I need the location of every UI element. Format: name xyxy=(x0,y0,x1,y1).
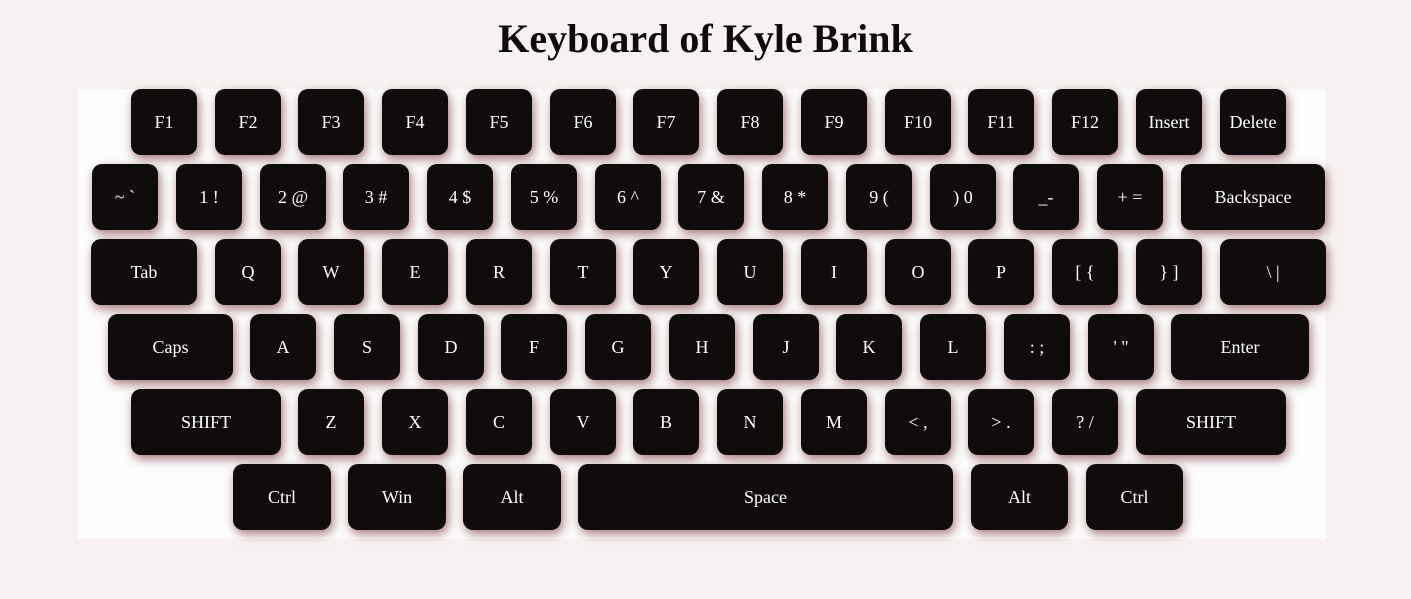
key-caps[interactable]: Caps xyxy=(108,314,233,380)
key-9[interactable]: 9 ( xyxy=(846,164,912,230)
key-1[interactable]: 1 ! xyxy=(176,164,242,230)
key-win[interactable]: Win xyxy=(348,464,446,530)
key-k[interactable]: K xyxy=(836,314,902,380)
key-quote[interactable]: ' " xyxy=(1088,314,1154,380)
key-f3[interactable]: F3 xyxy=(298,89,364,155)
key-f7[interactable]: F7 xyxy=(633,89,699,155)
key-n[interactable]: N xyxy=(717,389,783,455)
key-z[interactable]: Z xyxy=(298,389,364,455)
key-g[interactable]: G xyxy=(585,314,651,380)
page-title: Keyboard of Kyle Brink xyxy=(498,16,913,61)
key-f5[interactable]: F5 xyxy=(466,89,532,155)
key-delete[interactable]: Delete xyxy=(1220,89,1286,155)
key-tilde[interactable]: ~ ` xyxy=(92,164,158,230)
key-e[interactable]: E xyxy=(382,239,448,305)
key-open-bracket[interactable]: [ { xyxy=(1052,239,1118,305)
key-f4[interactable]: F4 xyxy=(382,89,448,155)
key-semicolon[interactable]: : ; xyxy=(1004,314,1070,380)
key-f11[interactable]: F11 xyxy=(968,89,1034,155)
key-enter[interactable]: Enter xyxy=(1171,314,1309,380)
key-h[interactable]: H xyxy=(669,314,735,380)
key-a[interactable]: A xyxy=(250,314,316,380)
key-f9[interactable]: F9 xyxy=(801,89,867,155)
key-f12[interactable]: F12 xyxy=(1052,89,1118,155)
key-shift-left[interactable]: SHIFT xyxy=(131,389,281,455)
key-f1[interactable]: F1 xyxy=(131,89,197,155)
key-0[interactable]: ) 0 xyxy=(930,164,996,230)
key-o[interactable]: O xyxy=(885,239,951,305)
key-w[interactable]: W xyxy=(298,239,364,305)
key-f10[interactable]: F10 xyxy=(885,89,951,155)
key-ctrl-left[interactable]: Ctrl xyxy=(233,464,331,530)
key-b[interactable]: B xyxy=(633,389,699,455)
key-d[interactable]: D xyxy=(418,314,484,380)
key-alt-left[interactable]: Alt xyxy=(463,464,561,530)
key-close-bracket[interactable]: } ] xyxy=(1136,239,1202,305)
key-i[interactable]: I xyxy=(801,239,867,305)
key-m[interactable]: M xyxy=(801,389,867,455)
key-alt-right[interactable]: Alt xyxy=(971,464,1068,530)
key-8[interactable]: 8 * xyxy=(762,164,828,230)
key-p[interactable]: P xyxy=(968,239,1034,305)
key-2[interactable]: 2 @ xyxy=(260,164,326,230)
key-ctrl-right[interactable]: Ctrl xyxy=(1086,464,1183,530)
key-backspace[interactable]: Backspace xyxy=(1181,164,1325,230)
key-r[interactable]: R xyxy=(466,239,532,305)
key-f8[interactable]: F8 xyxy=(717,89,783,155)
key-4[interactable]: 4 $ xyxy=(427,164,493,230)
key-insert[interactable]: Insert xyxy=(1136,89,1202,155)
key-space[interactable]: Space xyxy=(578,464,953,530)
key-5[interactable]: 5 % xyxy=(511,164,577,230)
page: Keyboard of Kyle Brink F1 F2 F3 F4 F5 F6 F7 F8 F… xyxy=(0,0,1411,599)
keyboard: F1 F2 F3 F4 F5 F6 F7 F8 F9 F10 F11 F12 Insert Delete ~… xyxy=(78,89,1326,539)
key-f2[interactable]: F2 xyxy=(215,89,281,155)
key-t[interactable]: T xyxy=(550,239,616,305)
key-j[interactable]: J xyxy=(753,314,819,380)
key-tab[interactable]: Tab xyxy=(91,239,197,305)
key-f6[interactable]: F6 xyxy=(550,89,616,155)
key-f[interactable]: F xyxy=(501,314,567,380)
key-3[interactable]: 3 # xyxy=(343,164,409,230)
key-period[interactable]: > . xyxy=(968,389,1034,455)
key-c[interactable]: C xyxy=(466,389,532,455)
key-u[interactable]: U xyxy=(717,239,783,305)
key-y[interactable]: Y xyxy=(633,239,699,305)
key-comma[interactable]: < , xyxy=(885,389,951,455)
key-shift-right[interactable]: SHIFT xyxy=(1136,389,1286,455)
key-v[interactable]: V xyxy=(550,389,616,455)
key-equals[interactable]: + = xyxy=(1097,164,1163,230)
key-slash[interactable]: ? / xyxy=(1052,389,1118,455)
key-x[interactable]: X xyxy=(382,389,448,455)
key-backslash[interactable]: \ | xyxy=(1220,239,1326,305)
key-minus[interactable]: _- xyxy=(1013,164,1079,230)
key-7[interactable]: 7 & xyxy=(678,164,744,230)
key-q[interactable]: Q xyxy=(215,239,281,305)
key-s[interactable]: S xyxy=(334,314,400,380)
key-l[interactable]: L xyxy=(920,314,986,380)
key-6[interactable]: 6 ^ xyxy=(595,164,661,230)
